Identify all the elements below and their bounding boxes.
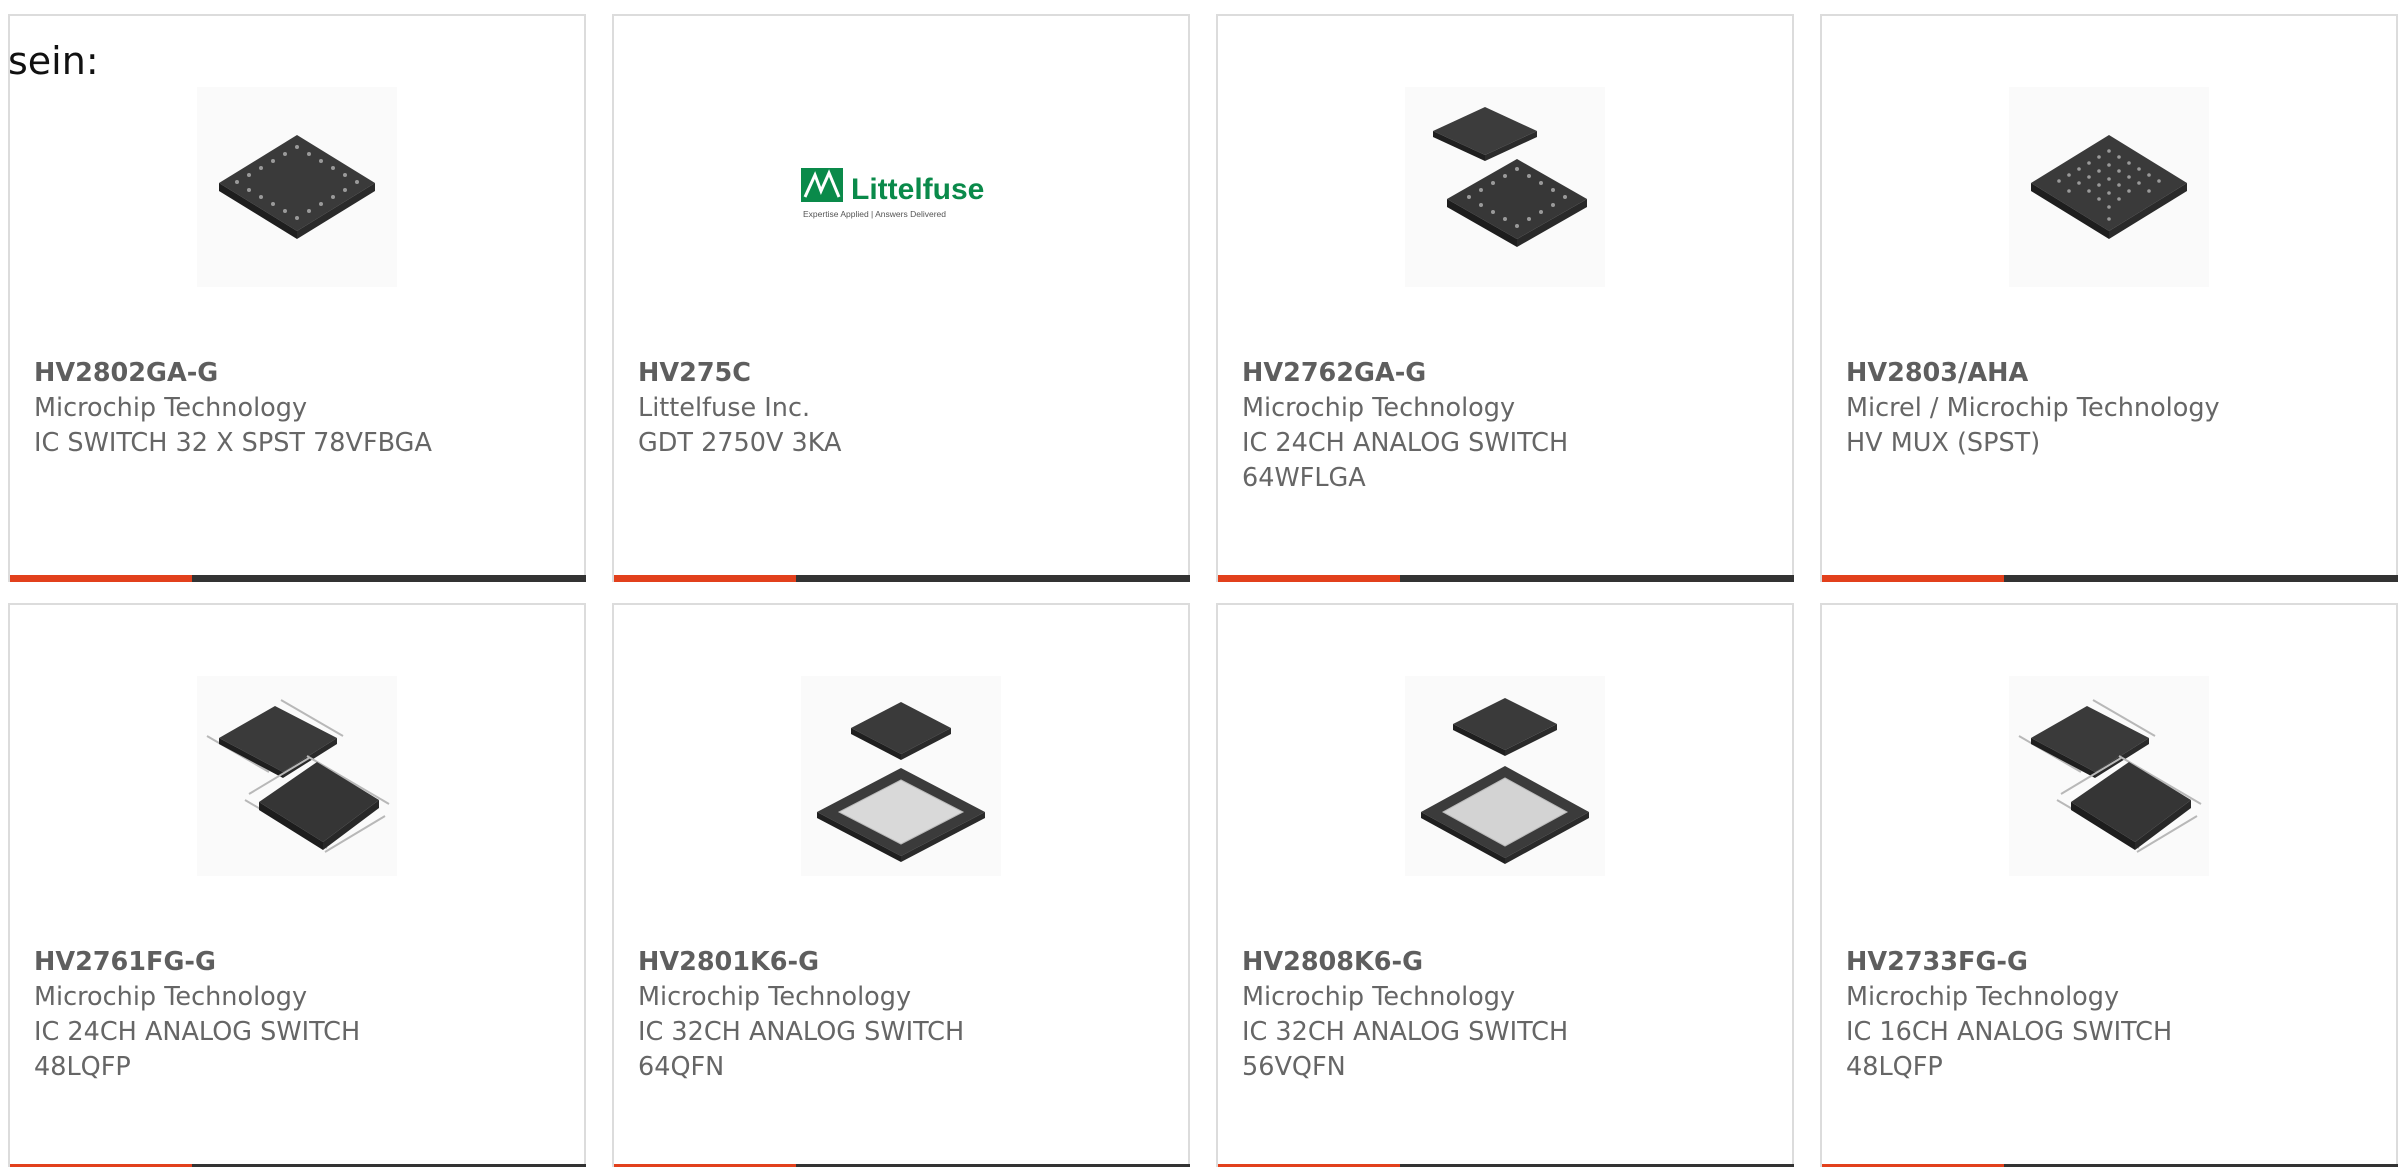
product-card[interactable]: HV2803/AHA Micrel / Microchip Technology… — [1820, 14, 2398, 582]
card-accent-bar — [1822, 575, 2004, 582]
product-card[interactable]: HV2762GA-G Microchip Technology IC 24CH … — [1216, 14, 1794, 582]
logo-text: Littelfuse — [851, 173, 984, 206]
card-accent-bar — [1218, 575, 1400, 582]
product-card[interactable]: HV2733FG-G Microchip Technology IC 16CH … — [1820, 603, 2398, 1167]
part-number[interactable]: HV2803/AHA — [1846, 356, 2376, 391]
product-image[interactable] — [2009, 87, 2209, 287]
manufacturer: Microchip Technology — [34, 393, 308, 423]
part-number[interactable]: HV2761FG-G — [34, 945, 564, 980]
product-card[interactable]: HV2801K6-G Microchip Technology IC 32CH … — [612, 603, 1190, 1167]
card-bottom-bar — [10, 575, 586, 582]
product-image[interactable]: Littelfuse Expertise Applied | Answers D… — [801, 87, 1001, 287]
product-image[interactable] — [197, 87, 397, 287]
description: IC SWITCH 32 X SPST 78VFBGA — [34, 428, 432, 458]
manufacturer: Micrel / Microchip Technology — [1846, 393, 2220, 423]
lqfp-chip-icon — [2009, 676, 2209, 876]
bga-chip-icon — [2009, 87, 2209, 287]
description: IC 24CH ANALOG SWITCH 48LQFP — [34, 1017, 361, 1082]
part-number[interactable]: HV2808K6-G — [1242, 945, 1772, 980]
intro-text: sein: — [8, 39, 99, 83]
manufacturer: Microchip Technology — [1242, 393, 1516, 423]
manufacturer: Microchip Technology — [1846, 982, 2120, 1012]
manufacturer: Littelfuse Inc. — [638, 393, 811, 423]
manufacturer: Microchip Technology — [1242, 982, 1516, 1012]
part-number[interactable]: HV2733FG-G — [1846, 945, 2376, 980]
product-image[interactable] — [801, 676, 1001, 876]
product-image[interactable] — [2009, 676, 2209, 876]
product-card[interactable]: HV2761FG-G Microchip Technology IC 24CH … — [8, 603, 586, 1167]
part-number[interactable]: HV2801K6-G — [638, 945, 1168, 980]
product-image[interactable] — [1405, 676, 1605, 876]
product-card[interactable]: HV2808K6-G Microchip Technology IC 32CH … — [1216, 603, 1794, 1167]
part-number[interactable]: HV2802GA-G — [34, 356, 564, 391]
product-card[interactable]: Littelfuse Expertise Applied | Answers D… — [612, 14, 1190, 582]
manufacturer: Microchip Technology — [638, 982, 912, 1012]
product-card[interactable]: HV2802GA-G Microchip Technology IC SWITC… — [8, 14, 586, 582]
lqfp-chip-icon — [197, 676, 397, 876]
bga-chip-icon — [197, 87, 397, 287]
card-accent-bar — [614, 575, 796, 582]
part-number[interactable]: HV275C — [638, 356, 1168, 391]
description: IC 24CH ANALOG SWITCH 64WFLGA — [1242, 428, 1569, 493]
description: HV MUX (SPST) — [1846, 428, 2041, 458]
card-bottom-bar — [1218, 575, 1794, 582]
manufacturer: Microchip Technology — [34, 982, 308, 1012]
description: GDT 2750V 3KA — [638, 428, 842, 458]
lga-chip-icon — [1405, 87, 1605, 287]
card-accent-bar — [10, 575, 192, 582]
logo-tagline: Expertise Applied | Answers Delivered — [803, 209, 946, 219]
part-number[interactable]: HV2762GA-G — [1242, 356, 1772, 391]
qfn-chip-icon — [1405, 676, 1605, 876]
product-grid-page: sein: HV2802GA-G Microchip Technology IC… — [0, 0, 2400, 1167]
description: IC 16CH ANALOG SWITCH 48LQFP — [1846, 1017, 2173, 1082]
card-bottom-bar — [1822, 575, 2398, 582]
qfn-chip-icon — [801, 676, 1001, 876]
product-image[interactable] — [197, 676, 397, 876]
card-bottom-bar — [614, 575, 1190, 582]
littelfuse-logo-icon: Littelfuse Expertise Applied | Answers D… — [801, 87, 1001, 287]
description: IC 32CH ANALOG SWITCH 56VQFN — [1242, 1017, 1569, 1082]
description: IC 32CH ANALOG SWITCH 64QFN — [638, 1017, 965, 1082]
product-image[interactable] — [1405, 87, 1605, 287]
